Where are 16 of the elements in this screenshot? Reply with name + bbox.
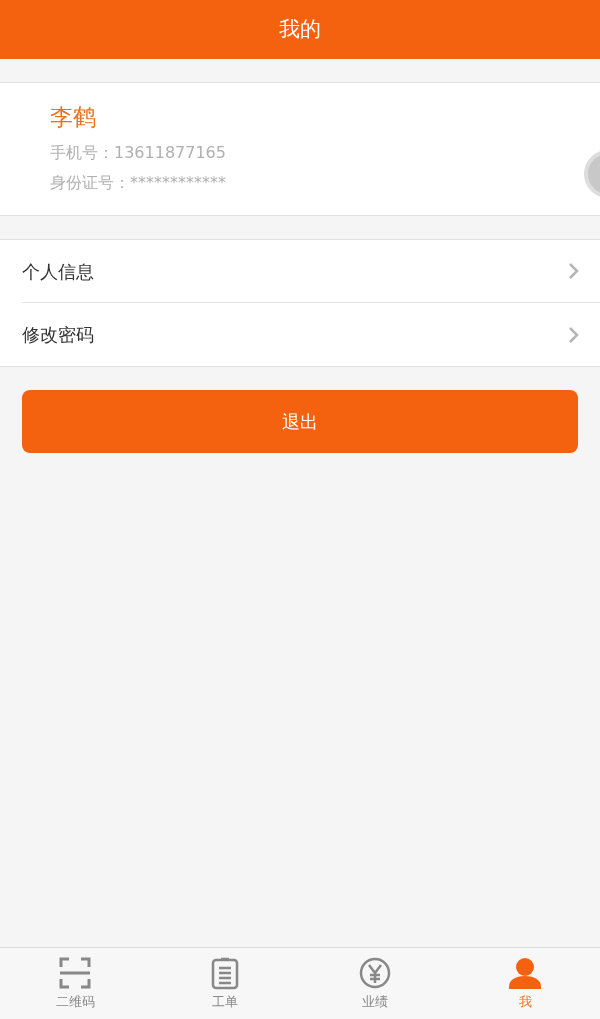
scan-icon bbox=[58, 955, 92, 990]
nav-tab[interactable]: 工单 bbox=[150, 948, 300, 1019]
phone-text: 手机号：13611877165 bbox=[50, 142, 227, 164]
menu-item[interactable]: 个人信息 bbox=[22, 240, 600, 303]
logout-button[interactable]: 退出 bbox=[22, 390, 578, 453]
nav-tab[interactable]: 业绩 bbox=[300, 948, 450, 1019]
nav-tab[interactable]: 二维码 bbox=[0, 948, 150, 1019]
header-title: 我的 bbox=[279, 15, 321, 43]
yen-icon bbox=[358, 955, 392, 990]
menu-item[interactable]: 修改密码 bbox=[22, 303, 600, 366]
chevron-icon bbox=[568, 325, 580, 344]
nav-tab[interactable]: 我 bbox=[450, 948, 600, 1019]
user-name: 李鹤 bbox=[50, 103, 97, 132]
id-text: 身份证号：************ bbox=[50, 172, 227, 194]
chevron-icon bbox=[568, 262, 580, 280]
person-icon bbox=[508, 955, 542, 990]
